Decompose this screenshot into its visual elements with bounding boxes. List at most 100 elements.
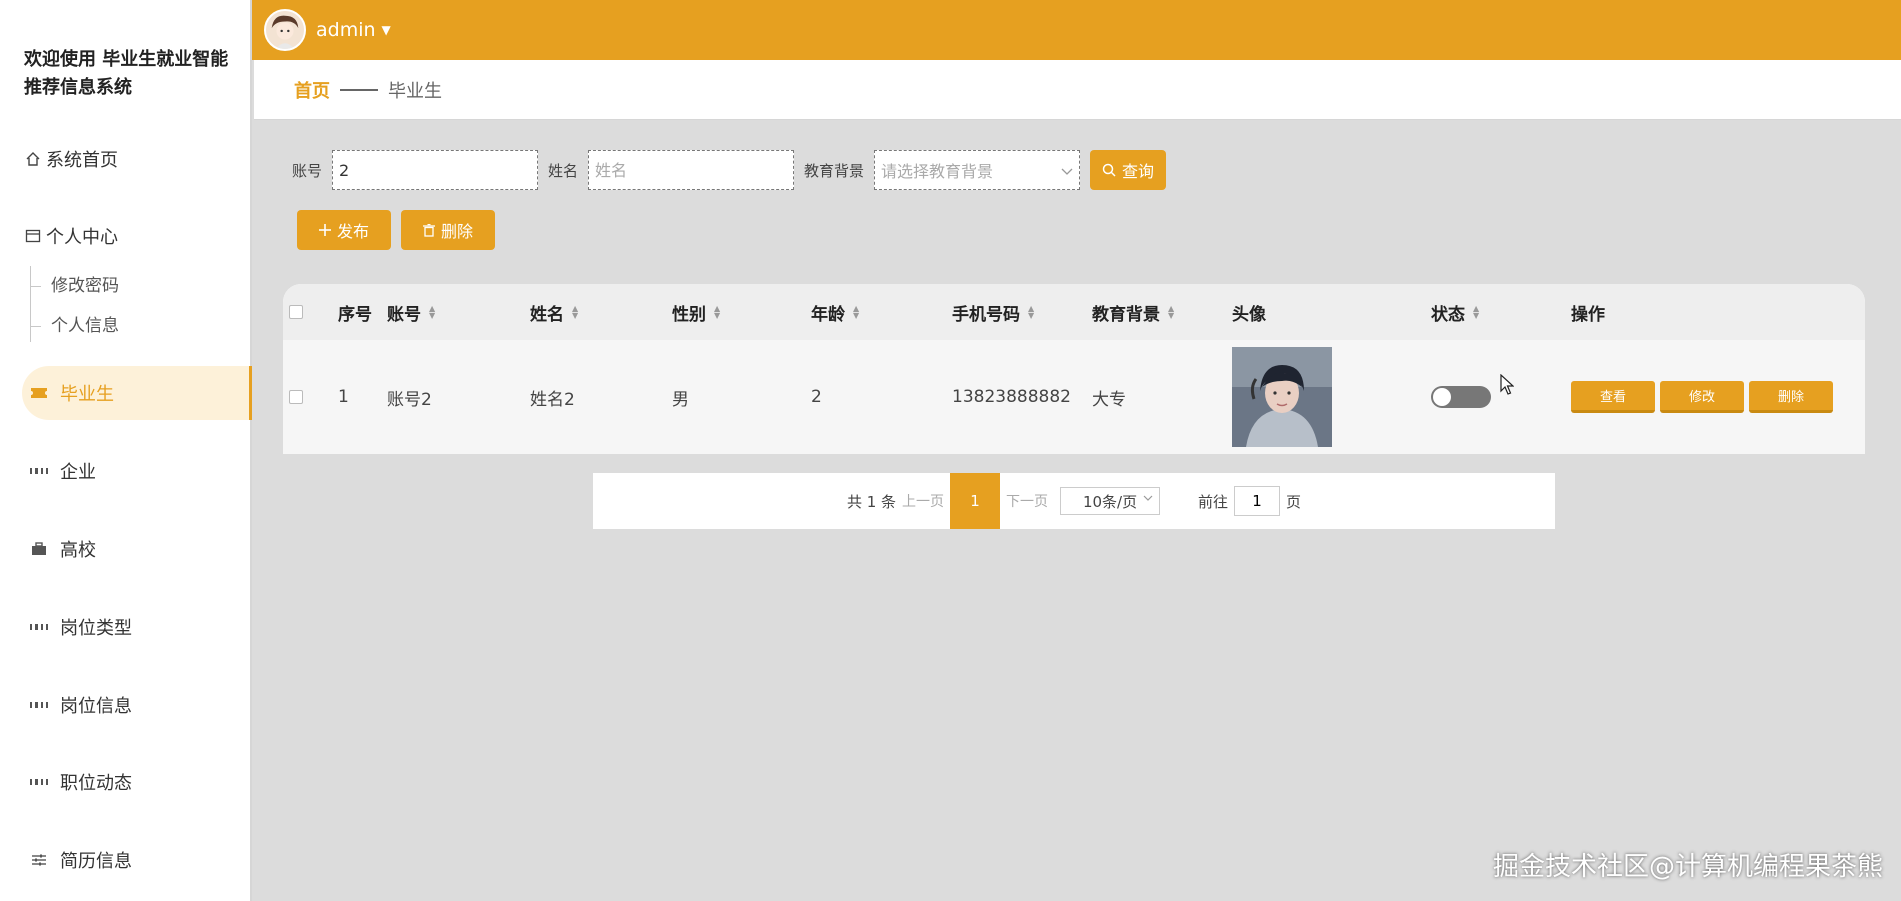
- column-header-avatar: 头像: [1232, 304, 1266, 325]
- header-username[interactable]: admin: [316, 19, 376, 41]
- next-page-button[interactable]: 下一页: [1006, 491, 1048, 511]
- sidebar-item-university[interactable]: 高校: [0, 522, 250, 576]
- chevron-down-icon[interactable]: ▼: [382, 23, 391, 37]
- batch-delete-button[interactable]: 删除: [401, 210, 495, 250]
- query-button[interactable]: 查询: [1090, 150, 1166, 190]
- ticket-icon: [30, 384, 48, 402]
- sidebar: 欢迎使用 毕业生就业智能推荐信息系统 系统首页 个人中心 修改密码 个人信息 毕…: [0, 0, 252, 901]
- sidebar-item-job-type[interactable]: 岗位类型: [0, 600, 250, 654]
- cell-name: 姓名2: [530, 389, 575, 410]
- sidebar-item-personal-center[interactable]: 个人中心: [0, 209, 250, 263]
- personal-center-submenu: 修改密码 个人信息: [30, 266, 119, 342]
- page-number-button[interactable]: 1: [950, 473, 1001, 529]
- sort-icon: ▲ ▼: [572, 304, 579, 320]
- sidebar-subitem-change-password[interactable]: 修改密码: [31, 266, 119, 306]
- column-header-education[interactable]: 教育背景 ▲ ▼: [1092, 284, 1174, 340]
- sidebar-item-home[interactable]: 系统首页: [0, 132, 250, 186]
- pagination: 共 1 条 上一页 1 下一页 10条/页 前往 页: [593, 473, 1555, 529]
- sort-icon: ▲ ▼: [429, 304, 436, 320]
- education-label: 教育背景: [804, 162, 865, 180]
- column-header-status[interactable]: 状态 ▲ ▼: [1431, 284, 1479, 340]
- sliders-icon: [30, 851, 48, 869]
- cell-index: 1: [338, 387, 349, 407]
- cell-phone: 13823888882: [952, 387, 1071, 407]
- edit-button[interactable]: 修改: [1660, 381, 1744, 413]
- sidebar-subitem-personal-info[interactable]: 个人信息: [31, 306, 119, 346]
- graduates-table: 序号 账号 ▲ ▼ 姓名 ▲ ▼ 性别 ▲ ▼ 年龄 ▲ ▼ 手机号码 ▲ ▼ 教育背景 ▲ ▼ 头像 …: [283, 284, 1865, 454]
- publish-button-label: 发布: [336, 222, 369, 241]
- goto-page-input[interactable]: [1234, 486, 1281, 516]
- table-header: 序号 账号 ▲ ▼ 姓名 ▲ ▼ 性别 ▲ ▼ 年龄 ▲ ▼ 手机号码 ▲ ▼ 教育背景 ▲ ▼ 头像 …: [283, 284, 1865, 340]
- prev-page-button[interactable]: 上一页: [902, 491, 944, 511]
- sidebar-item-label: 企业: [60, 462, 96, 483]
- chevron-down-icon: [1061, 161, 1073, 180]
- cursor-icon: [1500, 373, 1515, 401]
- breadcrumb-home[interactable]: 首页: [294, 77, 330, 103]
- breadcrumb-current: 毕业生: [388, 80, 442, 102]
- sidebar-title: 欢迎使用 毕业生就业智能推荐信息系统: [24, 49, 229, 98]
- column-header-name[interactable]: 姓名 ▲ ▼: [530, 284, 578, 340]
- cell-gender: 男: [672, 389, 689, 410]
- column-header-gender[interactable]: 性别 ▲ ▼: [672, 284, 720, 340]
- plus-icon: [318, 224, 331, 236]
- breadcrumb-separator: [340, 88, 378, 91]
- education-select[interactable]: 请选择教育背景: [874, 150, 1080, 190]
- cell-education: 大专: [1092, 389, 1126, 410]
- cell-age: 2: [811, 387, 822, 407]
- column-header-phone[interactable]: 手机号码 ▲ ▼: [952, 284, 1034, 340]
- window-icon: [24, 227, 42, 245]
- sort-icon: ▲ ▼: [1168, 304, 1175, 320]
- view-button[interactable]: 查看: [1571, 381, 1655, 413]
- briefcase-icon: [30, 540, 48, 558]
- sidebar-item-label: 高校: [60, 540, 96, 561]
- column-header-index: 序号: [338, 304, 372, 325]
- column-header-age[interactable]: 年龄 ▲ ▼: [811, 284, 859, 340]
- delete-button[interactable]: 删除: [1749, 381, 1833, 413]
- watermark: 掘金技术社区@计算机编程果茶熊: [1492, 852, 1883, 882]
- status-toggle[interactable]: [1431, 340, 1491, 454]
- avatar-photo[interactable]: [1232, 347, 1332, 447]
- grid-icon: [30, 462, 48, 480]
- search-icon: [1102, 163, 1116, 177]
- grid-icon: [30, 618, 48, 636]
- sort-icon: ▲ ▼: [1028, 304, 1035, 320]
- trash-icon: [422, 223, 435, 237]
- sort-icon: ▲ ▼: [714, 304, 721, 320]
- sort-icon: ▲ ▼: [1473, 304, 1480, 320]
- sidebar-item-job-info[interactable]: 岗位信息: [0, 678, 250, 732]
- row-checkbox[interactable]: [289, 340, 303, 454]
- avatar[interactable]: [264, 9, 306, 51]
- sidebar-item-label: 系统首页: [46, 150, 118, 171]
- sidebar-item-label: 毕业生: [60, 384, 114, 405]
- sidebar-item-label: 岗位信息: [60, 696, 132, 717]
- education-select-placeholder: 请选择教育背景: [881, 162, 994, 181]
- home-icon: [24, 150, 42, 168]
- sidebar-item-label: 职位动态: [60, 773, 132, 794]
- pagination-total: 共 1 条: [846, 492, 897, 511]
- table-row: 1 账号2 姓名2 男 2 13823888882 大专 查看 修改 删除: [283, 340, 1865, 454]
- account-input[interactable]: [332, 150, 538, 190]
- page-size-value: 10条/页: [1082, 492, 1138, 511]
- grid-icon: [30, 696, 48, 714]
- page-size-select[interactable]: 10条/页: [1060, 487, 1161, 515]
- sidebar-item-enterprise[interactable]: 企业: [0, 444, 250, 498]
- cell-account: 账号2: [387, 389, 432, 410]
- sidebar-item-label: 岗位类型: [60, 618, 132, 639]
- column-header-actions: 操作: [1571, 304, 1605, 325]
- column-header-account[interactable]: 账号 ▲ ▼: [387, 284, 435, 340]
- cell-avatar[interactable]: [1232, 340, 1332, 454]
- sidebar-item-job-news[interactable]: 职位动态: [0, 755, 250, 809]
- name-input[interactable]: [588, 150, 794, 190]
- sort-icon: ▲ ▼: [853, 304, 860, 320]
- batch-delete-button-label: 删除: [440, 222, 473, 241]
- sidebar-item-graduates[interactable]: 毕业生: [22, 366, 252, 420]
- sidebar-item-resume[interactable]: 简历信息: [0, 833, 250, 887]
- goto-label: 前往: [1198, 492, 1229, 511]
- sidebar-item-label: 简历信息: [60, 851, 132, 872]
- select-all-checkbox[interactable]: [289, 284, 303, 340]
- breadcrumb: 首页 毕业生: [254, 60, 1901, 120]
- account-label: 账号: [292, 162, 323, 180]
- page-unit-label: 页: [1286, 492, 1302, 511]
- publish-button[interactable]: 发布: [297, 210, 391, 250]
- query-button-label: 查询: [1121, 162, 1154, 181]
